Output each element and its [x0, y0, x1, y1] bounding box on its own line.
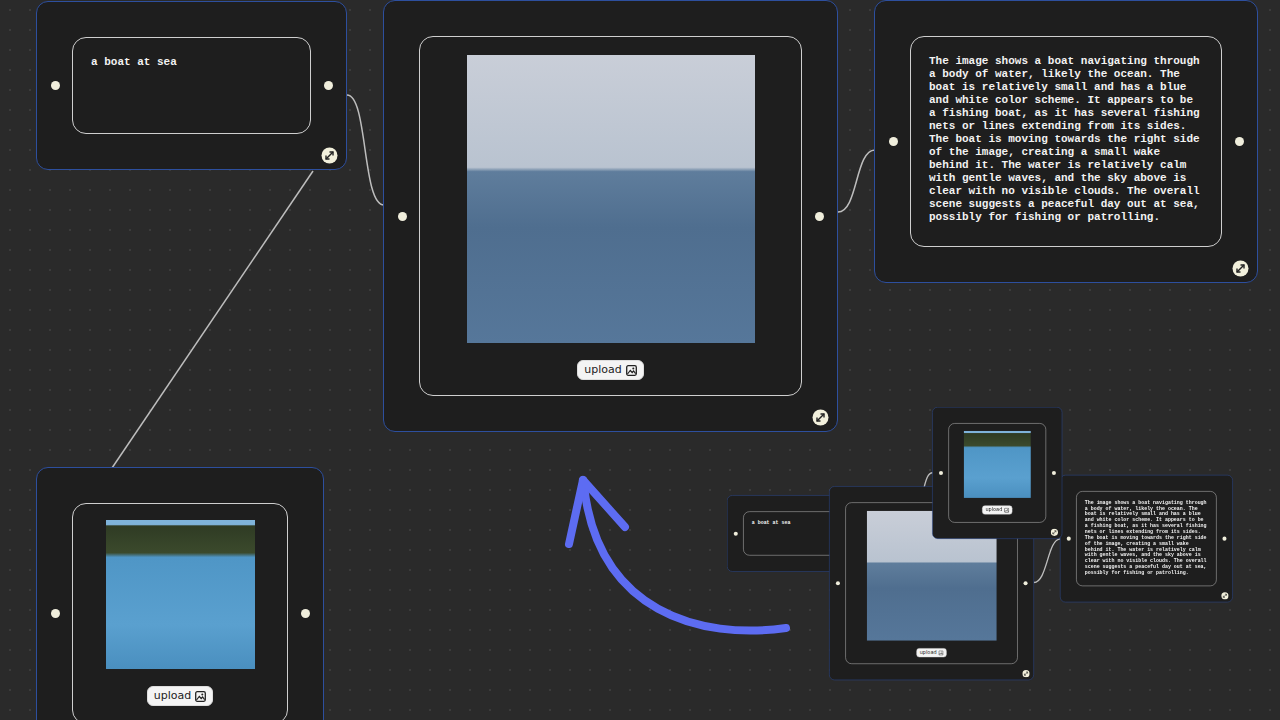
output-port[interactable] [1235, 137, 1244, 146]
image-node[interactable]: upload [932, 407, 1062, 539]
node-canvas[interactable]: a boat at sea upload The image shows a boa… [0, 0, 1280, 720]
resize-handle[interactable] [1221, 590, 1229, 598]
upload-label: upload [920, 650, 937, 656]
input-port[interactable] [939, 471, 943, 475]
upload-button[interactable]: upload [917, 648, 947, 657]
text-field[interactable]: The image shows a boat navigating throug… [1076, 491, 1216, 586]
upload-label: upload [154, 689, 191, 703]
resize-handle[interactable] [1022, 668, 1030, 676]
resize-handle[interactable] [812, 405, 829, 422]
resize-handle[interactable] [1232, 256, 1249, 273]
text-node[interactable]: a boat at sea [36, 1, 347, 170]
upload-button[interactable]: upload [577, 360, 643, 380]
input-port[interactable] [836, 581, 840, 585]
photo [467, 55, 755, 343]
input-port[interactable] [398, 212, 407, 221]
input-port[interactable] [51, 609, 60, 618]
input-port[interactable] [734, 531, 738, 535]
input-port[interactable] [51, 81, 60, 90]
photo [106, 520, 255, 669]
resize-icon [1051, 529, 1059, 537]
resize-handle[interactable] [321, 143, 338, 160]
image-icon [195, 691, 206, 702]
node-text: The image shows a boat navigating throug… [1077, 492, 1217, 584]
text-field[interactable]: The image shows a boat navigating throug… [910, 36, 1222, 247]
canvas-preview[interactable]: a boat at seauploadThe image shows a boa… [727, 407, 1236, 682]
image-panel: upload [72, 503, 288, 720]
output-port[interactable] [815, 212, 824, 221]
resize-icon [1221, 592, 1229, 600]
image-node[interactable]: upload [36, 467, 324, 720]
output-port[interactable] [301, 609, 310, 618]
input-port[interactable] [1067, 537, 1071, 541]
image-icon [1004, 508, 1009, 513]
resize-handle[interactable] [1051, 527, 1059, 535]
resize-icon [321, 147, 338, 164]
resize-icon [812, 409, 829, 426]
image-icon [626, 365, 637, 376]
text-field[interactable]: a boat at sea [72, 37, 311, 134]
input-port[interactable] [889, 137, 898, 146]
upload-button[interactable]: upload [982, 506, 1012, 515]
resize-icon [1232, 260, 1249, 277]
resize-icon [1022, 670, 1030, 678]
text-node[interactable]: The image shows a boat navigating throug… [1060, 475, 1233, 602]
output-port[interactable] [1222, 537, 1226, 541]
output-port[interactable] [1024, 581, 1028, 585]
image-node[interactable]: upload [383, 0, 838, 432]
upload-label: upload [584, 363, 621, 377]
output-port[interactable] [324, 81, 333, 90]
text-node[interactable]: The image shows a boat navigating throug… [874, 0, 1258, 283]
image-icon [938, 650, 943, 655]
node-text: The image shows a boat navigating throug… [911, 37, 1221, 242]
image-panel: upload [419, 36, 802, 396]
upload-button[interactable]: upload [147, 686, 213, 706]
upload-label: upload [985, 507, 1002, 513]
node-text: a boat at sea [73, 38, 310, 87]
output-port[interactable] [1052, 471, 1056, 475]
photo [964, 431, 1031, 498]
annotation-arrow-icon [0, 0, 1280, 720]
image-panel: upload [948, 423, 1046, 522]
